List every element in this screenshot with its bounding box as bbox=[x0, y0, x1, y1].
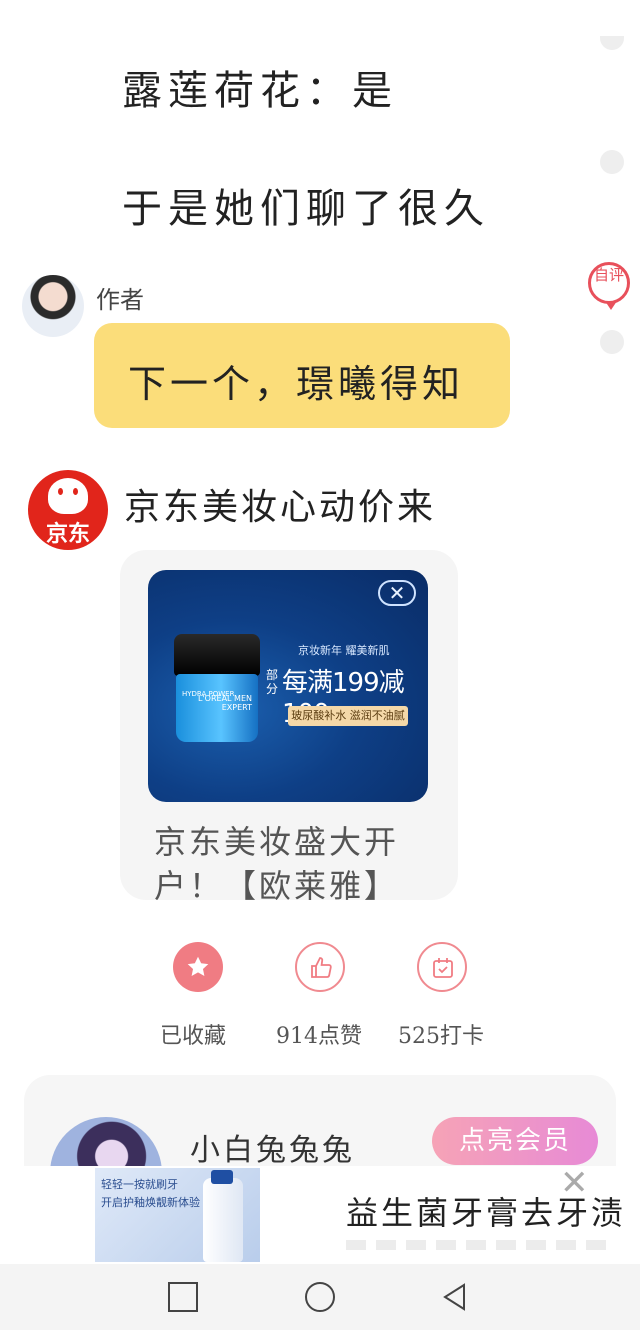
toothpaste-tube bbox=[203, 1178, 243, 1262]
story-line-2: 于是她们聊了很久 bbox=[122, 186, 490, 232]
jd-logo[interactable]: 京东 bbox=[28, 470, 108, 550]
jar-lid bbox=[174, 634, 260, 676]
jd-logo-text: 京东 bbox=[45, 522, 90, 547]
favorite-label: 已收藏 bbox=[160, 1024, 227, 1049]
author-label: 作者 bbox=[96, 286, 144, 314]
jd-dog-icon bbox=[48, 478, 88, 514]
jar-brand: L'ORÉAL MEN EXPERT bbox=[198, 694, 252, 712]
recent-apps-button[interactable] bbox=[168, 1282, 198, 1312]
checkin-count: 525打卡 bbox=[398, 1024, 484, 1049]
bottom-ad-image-line1: 轻轻一按就刷牙 bbox=[101, 1178, 178, 1191]
bottom-ad-subtext bbox=[346, 1240, 616, 1250]
self-eval-marker[interactable]: 自评 bbox=[588, 262, 630, 310]
ad-card[interactable]: ✕ HYDRA POWER L'ORÉAL MEN EXPERT 京妆新年 耀美… bbox=[120, 550, 458, 900]
calendar-check-icon bbox=[433, 958, 453, 978]
toothpaste-cap bbox=[211, 1170, 233, 1184]
ad-caption[interactable]: 京东美妆盛大开户！【欧莱雅】 bbox=[154, 820, 424, 900]
checkin-button[interactable] bbox=[417, 942, 467, 992]
jar-body: HYDRA POWER L'ORÉAL MEN EXPERT bbox=[176, 674, 258, 742]
side-dot[interactable] bbox=[600, 330, 624, 354]
toothpaste-ad-image[interactable]: 轻轻一按就刷牙 开启护釉焕靓新体验 bbox=[95, 1168, 260, 1262]
ad-close-button[interactable]: ✕ bbox=[378, 580, 416, 606]
ad-tag: 玻尿酸补水 滋润不油腻 bbox=[288, 706, 408, 726]
ad-badge: 部分 bbox=[266, 668, 279, 696]
cream-jar-image: HYDRA POWER L'ORÉAL MEN EXPERT bbox=[174, 634, 260, 744]
like-count: 914点赞 bbox=[276, 1024, 362, 1049]
thumbs-up-icon bbox=[311, 957, 332, 978]
bottom-ad-close-button[interactable]: ✕ bbox=[560, 1166, 589, 1200]
member-name[interactable]: 小白兔兔兔 bbox=[190, 1125, 355, 1169]
star-icon bbox=[187, 956, 209, 976]
back-triangle-icon bbox=[443, 1283, 465, 1311]
like-button[interactable] bbox=[295, 942, 345, 992]
ad-image[interactable]: ✕ HYDRA POWER L'ORÉAL MEN EXPERT 京妆新年 耀美… bbox=[148, 570, 428, 802]
back-button[interactable] bbox=[440, 1282, 470, 1312]
side-dot[interactable] bbox=[600, 150, 624, 174]
story-line-1: 露莲荷花：是 bbox=[122, 68, 398, 114]
light-membership-button[interactable]: 点亮会员 bbox=[432, 1117, 598, 1165]
bottom-ad-banner[interactable]: 轻轻一按就刷牙 开启护釉焕靓新体验 益生菌牙膏去牙渍 ✕ bbox=[0, 1166, 640, 1264]
chat-bubble: 下一个，璟曦得知 bbox=[94, 323, 510, 428]
home-button[interactable] bbox=[305, 1282, 335, 1312]
author-avatar[interactable] bbox=[22, 275, 84, 337]
favorite-button[interactable] bbox=[173, 942, 223, 992]
side-dot[interactable] bbox=[600, 36, 624, 50]
ad-title[interactable]: 京东美妆心动价来 bbox=[124, 478, 436, 530]
bottom-ad-image-line2: 开启护釉焕靓新体验 bbox=[101, 1196, 200, 1209]
ad-subtitle: 京妆新年 耀美新肌 bbox=[298, 644, 390, 657]
navigation-bar bbox=[0, 1264, 640, 1330]
